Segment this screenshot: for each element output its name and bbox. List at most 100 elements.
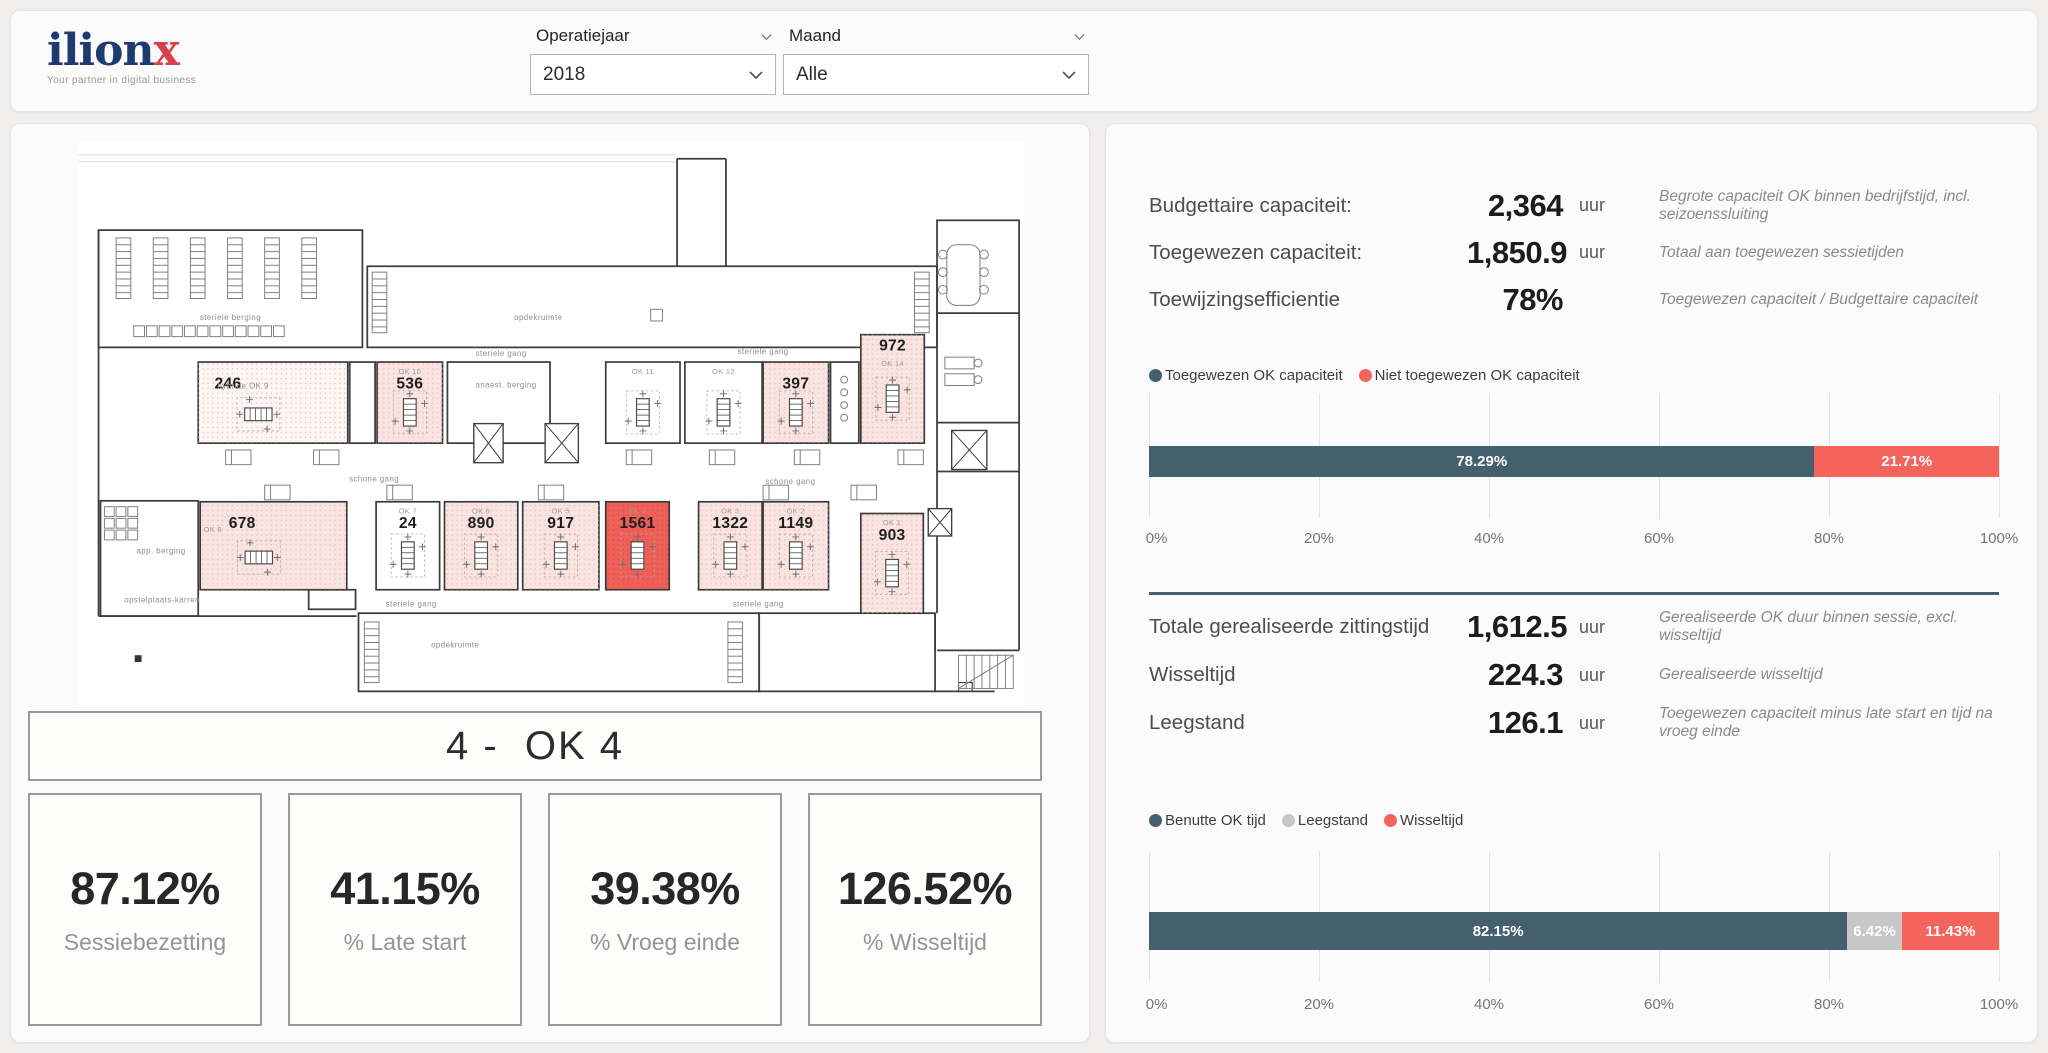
slicer-maand: Maand Alle: [783, 23, 1089, 95]
slicer-operatiejaar: Operatiejaar 2018: [530, 23, 776, 95]
bar-segment[interactable]: 11.43%: [1901, 912, 1999, 950]
chevron-down-icon: [1062, 71, 1076, 79]
kpi-label: Sessiebezetting: [63, 929, 227, 955]
legend-dot-icon: [1149, 814, 1162, 827]
legend-dot-icon: [1383, 814, 1397, 827]
capacity-unit: uur: [1579, 242, 1606, 262]
capacity-note: Begrote capaciteit OK binnen bedrijfstij…: [1659, 187, 1971, 223]
slicer-maand-label: Maand: [789, 26, 841, 45]
bar-value-label: 78.29%: [1456, 453, 1508, 470]
room-397[interactable]: 397: [762, 361, 830, 444]
capacity-value: 78%: [1502, 281, 1563, 317]
floor-plan: 246 OK 10 536 OK 11 OK 12 397 OK 14 972 OK 8 678 O…: [79, 141, 1024, 715]
legend-label: Leegstand: [1297, 812, 1368, 829]
stacked-bar: 78.29% 21.71%: [1149, 446, 1999, 477]
room-ok-3[interactable]: OK 31322: [697, 500, 763, 591]
room-ok-6[interactable]: OK 6890: [443, 500, 519, 591]
room-name-label: OK 12: [712, 367, 735, 376]
room-name-label: OK 10: [398, 367, 421, 376]
logo-accent: x: [153, 25, 179, 76]
realized-row: Wisseltijd 224.3 uur Gerealiseerde wisselti…: [1149, 651, 1999, 699]
legend-dot-icon: [1358, 369, 1372, 382]
room-ok-4[interactable]: OK 41561: [604, 500, 671, 591]
room-ok-5[interactable]: OK 5917: [521, 500, 600, 591]
room-ok-8[interactable]: OK 8 678: [199, 500, 348, 591]
room-ok-10[interactable]: OK 10536: [376, 361, 444, 444]
chart-legend: Benutte OK tijd Leegstand Wisseltijd: [1149, 812, 1999, 829]
x-tick: 20%: [1303, 530, 1335, 547]
legend-item[interactable]: Niet toegewezen OK capaciteit: [1358, 367, 1580, 384]
bar-segment[interactable]: 21.71%: [1814, 446, 1999, 477]
slicer-operatiejaar-value: 2018: [543, 63, 586, 85]
realized-value: 126.1: [1487, 705, 1564, 740]
bar-segment[interactable]: 82.15%: [1149, 912, 1848, 950]
plan-area-label: steriele gang: [738, 347, 789, 356]
utilization-chart: Benutte OK tijd Leegstand Wisseltijd 82.15%…: [1145, 812, 2018, 1014]
bar-segment[interactable]: 6.42%: [1847, 912, 1902, 950]
realized-unit: uur: [1579, 664, 1606, 685]
room-name-label: OK 2: [787, 507, 805, 516]
bar-value-label: 82.15%: [1472, 922, 1524, 940]
realized-unit: uur: [1579, 712, 1606, 733]
plan-area-label: steriele gang: [733, 599, 784, 608]
capacity-label: Toegewezen capaciteit:: [1149, 240, 1363, 264]
plan-area-label: opdekruimte: [514, 313, 562, 322]
kpi-value: 87.12%: [70, 863, 220, 914]
logo-main: ilion: [47, 25, 154, 76]
plan-area-label: opdekruimte: [431, 640, 479, 649]
kpi-label: % Vroeg einde: [589, 929, 741, 955]
room-ok-12[interactable]: OK 12: [684, 361, 763, 444]
plan-area-label: steriele gang: [386, 599, 437, 608]
bar-value-label: 6.42%: [1853, 922, 1896, 940]
room-name-label: OK 6: [472, 507, 490, 516]
slicer-operatiejaar-header[interactable]: Operatiejaar: [530, 23, 776, 49]
room-ok-11[interactable]: OK 11: [604, 361, 681, 444]
kpi-card: 39.38% % Vroeg einde: [548, 793, 782, 1026]
chevron-down-icon[interactable]: [1074, 33, 1085, 40]
slicer-operatiejaar-dropdown[interactable]: 2018: [530, 54, 776, 95]
room-246[interactable]: 246: [197, 361, 349, 444]
room-ok-7[interactable]: OK 724: [375, 500, 441, 591]
bar-segment[interactable]: 78.29%: [1149, 446, 1815, 477]
selected-room-title-box: 4 - OK 4: [28, 711, 1042, 781]
room-name-label: OK 4: [628, 507, 646, 516]
stacked-bar: 82.15% 6.42% 11.43%: [1149, 912, 1999, 950]
plan-area-label: hybride OK 9: [217, 381, 268, 390]
slicer-maand-value: Alle: [796, 63, 828, 85]
chart-plot: 82.15% 6.42% 11.43%: [1149, 851, 2000, 982]
room-value-label: 536: [396, 375, 423, 392]
gridline: [1999, 393, 2000, 518]
plan-area-label: opstelplaats-karren: [124, 595, 200, 604]
kpi-card: 41.15% % Late start: [288, 793, 522, 1026]
x-axis: 0% 20% 40% 60% 80% 100%: [1145, 996, 2018, 1014]
room-value-label: 24: [399, 515, 417, 532]
plan-area-label: steriele gang: [476, 349, 527, 358]
legend-label: Benutte OK tijd: [1165, 812, 1266, 829]
legend-item[interactable]: Benutte OK tijd: [1149, 812, 1266, 829]
realized-note: Gerealiseerde wisseltijd: [1659, 666, 1823, 683]
realized-label: Totale gerealiseerde zittingstijd: [1149, 615, 1430, 638]
selected-room-title: 4 - OK 4: [445, 723, 625, 768]
room-ok-2[interactable]: OK 21149: [762, 500, 830, 591]
x-tick: 0%: [1145, 996, 1168, 1013]
capacity-value: 2,364: [1487, 187, 1564, 223]
room-name-label: OK 14: [881, 359, 904, 368]
legend-label: Toegewezen OK capaciteit: [1165, 367, 1343, 384]
kpi-card: 87.12% Sessiebezetting: [28, 793, 262, 1026]
realized-label: Wisseltijd: [1149, 663, 1236, 686]
legend-item[interactable]: Leegstand: [1281, 812, 1368, 829]
slicer-maand-dropdown[interactable]: Alle: [783, 54, 1089, 95]
plan-area-label: schone gang: [765, 477, 815, 486]
room-ok-1[interactable]: OK 1903: [859, 512, 925, 615]
capacity-panel: Budgettaire capaciteit: 2,364 uur Begrote c…: [1105, 123, 2038, 1043]
capacity-value: 1,850.9: [1467, 234, 1567, 270]
realized-unit: uur: [1579, 616, 1606, 637]
room-value-label: 903: [879, 527, 906, 544]
legend-item[interactable]: Wisseltijd: [1383, 812, 1463, 829]
legend-item[interactable]: Toegewezen OK capaciteit: [1149, 367, 1343, 384]
chevron-down-icon[interactable]: [761, 33, 772, 40]
slicer-maand-header[interactable]: Maand: [783, 23, 1089, 49]
floorplan-panel: 246 OK 10 536 OK 11 OK 12 397 OK 14 972 OK 8 678 O…: [10, 123, 1090, 1043]
room-ok-14[interactable]: OK 14 972: [859, 333, 926, 444]
room-value-label: 1322: [712, 515, 748, 532]
